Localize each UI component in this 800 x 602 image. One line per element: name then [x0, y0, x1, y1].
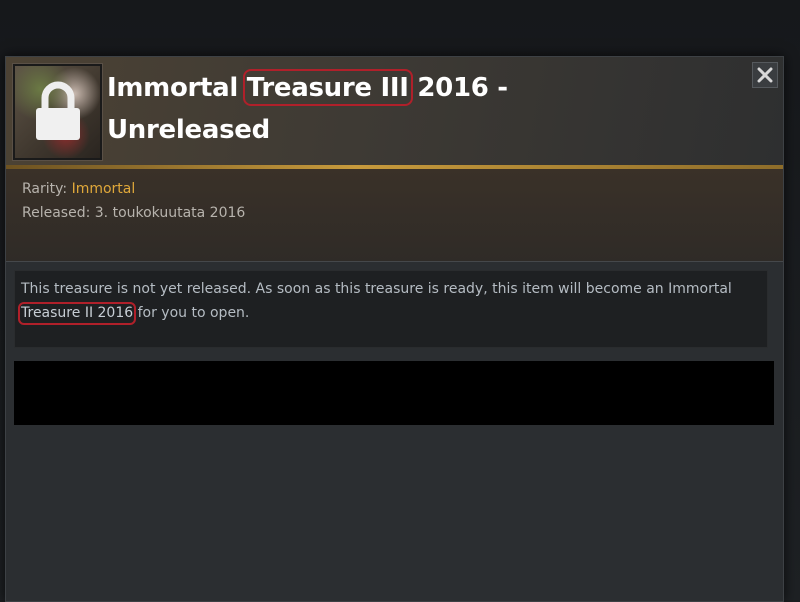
item-preview-panel	[14, 361, 774, 425]
released-label: Released:	[22, 205, 91, 221]
close-button[interactable]	[752, 62, 778, 88]
title-highlight: Treasure III	[242, 67, 413, 109]
description-highlight: Treasure II 2016	[17, 301, 137, 325]
released-line: Released: 3. toukokuutata 2016	[22, 205, 245, 221]
lock-icon	[36, 81, 80, 140]
title-line-2: Unreleased	[107, 115, 270, 145]
rarity-line: Rarity: Immortal	[22, 181, 135, 197]
rarity-value: Immortal	[71, 181, 136, 197]
item-title: Immortal Treasure III 2016 - Unreleased	[107, 67, 567, 151]
item-meta: Rarity: Immortal Released: 3. toukokuuta…	[6, 169, 783, 261]
item-image	[13, 64, 102, 160]
item-details-dialog: Immortal Treasure III 2016 - Unreleased …	[5, 56, 784, 602]
released-value: 3. toukokuutata 2016	[94, 205, 246, 221]
close-icon	[757, 67, 773, 83]
description-text-after: for you to open.	[137, 305, 250, 321]
title-part-1: Immortal	[107, 73, 239, 103]
section-divider	[6, 261, 783, 262]
item-description: This treasure is not yet released. As so…	[14, 270, 768, 348]
title-part-2: 2016 -	[417, 73, 508, 103]
rarity-label: Rarity:	[22, 181, 68, 197]
dialog-header: Immortal Treasure III 2016 - Unreleased	[6, 57, 783, 165]
description-text-before: This treasure is not yet released. As so…	[21, 281, 732, 297]
